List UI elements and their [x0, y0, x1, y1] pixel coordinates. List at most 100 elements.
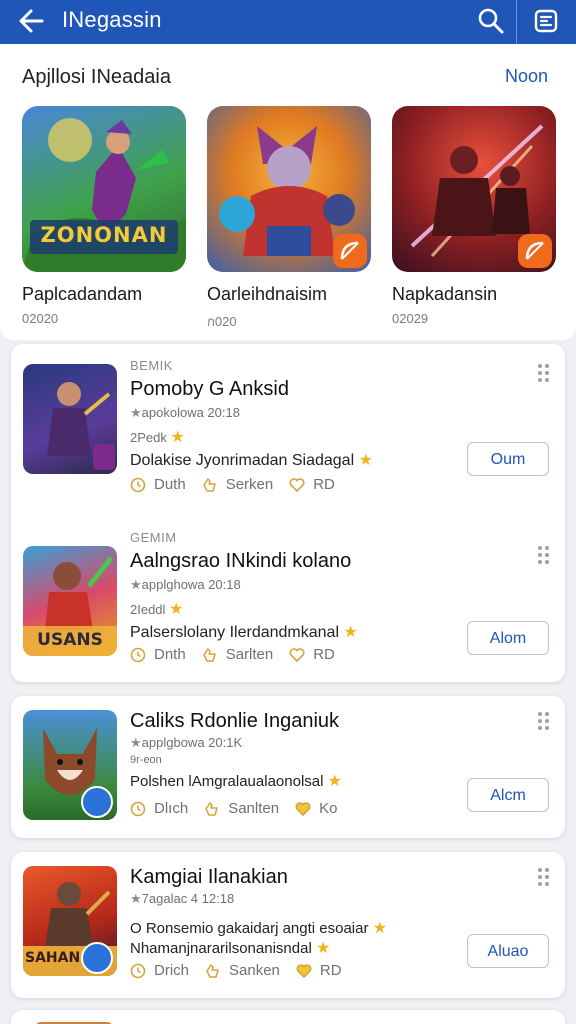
- heart-icon[interactable]: [296, 963, 312, 979]
- app-subtitle: 02029: [392, 311, 429, 326]
- meta-text: 7agalac 4 12:18: [141, 891, 235, 906]
- drag-handle-icon[interactable]: [538, 546, 550, 564]
- app-badge-icon: [81, 786, 113, 818]
- heart-icon[interactable]: [295, 801, 311, 817]
- app-description: O Ronsemio gakaidarj angti esoaiar ★: [130, 918, 387, 938]
- action-label[interactable]: Serken: [226, 476, 274, 493]
- meta-text: applgbowa 20:1K: [141, 735, 243, 750]
- app-list-card: BEMIK Pomoby G Anksid ★apokolowa 20:18 2…: [11, 344, 565, 682]
- action-label[interactable]: Sanlten: [228, 800, 279, 817]
- app-description-line2: Nhamanjnararilsonanisndal ★: [130, 938, 330, 958]
- star-icon: ★: [169, 601, 184, 618]
- app-subtitle: ก020: [207, 314, 237, 329]
- action-label[interactable]: Sanken: [229, 962, 280, 979]
- meta-text: apokolowa 20:18: [141, 405, 240, 420]
- featured-app-card[interactable]: ZONONAN Paplcadandam 02020: [22, 106, 188, 326]
- list-item[interactable]: BEMIK Pomoby G Anksid ★apokolowa 20:18 2…: [11, 344, 565, 493]
- action-label[interactable]: RD: [313, 646, 335, 663]
- toolbar-divider: [516, 0, 517, 44]
- app-meta: ★apokolowa 20:18: [130, 405, 240, 420]
- featured-section: Apjllosi INeadaia Noon ZONONAN Paplcadan…: [0, 44, 576, 340]
- app-thumbnail: [392, 106, 556, 272]
- app-name: Pomoby G Anksid: [130, 378, 289, 400]
- action-label[interactable]: Drich: [154, 962, 189, 979]
- app-thumbnail: [207, 106, 371, 272]
- action-label[interactable]: RD: [313, 476, 335, 493]
- app-rating-line: 2Pedk ★: [130, 427, 185, 447]
- app-name: Napkadansin: [392, 284, 498, 304]
- star-icon: ★: [327, 773, 342, 790]
- app-subtitle: 02020: [22, 311, 59, 326]
- bow-badge-icon: [518, 234, 552, 268]
- search-icon[interactable]: [474, 4, 508, 38]
- page-title: INegassin: [62, 7, 162, 32]
- app-description: Dolakise Jyonrimadan Siadagal ★: [130, 450, 373, 470]
- app-list-card: SAHAN Kamgiai Ilanakian ★7agalac 4 12:18…: [11, 852, 565, 998]
- back-arrow-icon[interactable]: [14, 6, 48, 36]
- clock-icon[interactable]: [130, 801, 146, 817]
- app-name: Paplcadandam: [22, 284, 143, 304]
- drag-handle-icon[interactable]: [538, 364, 550, 382]
- star-icon: ★: [372, 920, 387, 937]
- thumbs-up-icon[interactable]: [202, 477, 218, 493]
- drag-handle-icon[interactable]: [538, 712, 550, 730]
- app-meta: ★7agalac 4 12:18: [130, 891, 235, 906]
- thumbs-up-icon[interactable]: [202, 647, 218, 663]
- thumb-logo-text: ZONONAN: [40, 223, 168, 247]
- description-text: O Ronsemio gakaidarj angti esoaiar: [130, 920, 369, 937]
- app-list-card: Caliks Rdonlie Inganiuk ★applgbowa 20:1K…: [11, 696, 565, 838]
- action-label[interactable]: Sarlten: [226, 646, 274, 663]
- heart-icon[interactable]: [289, 477, 305, 493]
- app-description: Polshen lAmgralaualaonolsal ★: [130, 771, 342, 791]
- clock-icon[interactable]: [130, 477, 146, 493]
- open-button[interactable]: Alcm: [467, 778, 549, 812]
- description-text: Dolakise Jyonrimadan Siadagal: [130, 452, 355, 469]
- see-more-link[interactable]: Noon: [505, 66, 548, 87]
- drag-handle-icon[interactable]: [538, 868, 550, 886]
- action-label[interactable]: Dnth: [154, 646, 186, 663]
- featured-app-card[interactable]: Oarleihdnaisim ก020: [207, 106, 373, 332]
- description-text: Palserslolany Ilerdandmkanal: [130, 624, 339, 641]
- meta-text: applghowa 20:18: [141, 577, 241, 592]
- rating-text: 9r-eon: [130, 754, 162, 766]
- app-rating-line: 2Ieddl ★: [130, 599, 183, 619]
- app-thumbnail: ZONONAN: [22, 106, 186, 272]
- app-description: Palserslolany Ilerdandmkanal ★: [130, 622, 358, 642]
- action-label[interactable]: Duth: [154, 476, 186, 493]
- clock-icon[interactable]: [130, 963, 146, 979]
- heart-icon[interactable]: [289, 647, 305, 663]
- rating-text: 2Pedk: [130, 430, 167, 445]
- action-label[interactable]: RD: [320, 962, 342, 979]
- open-button[interactable]: Oum: [467, 442, 549, 476]
- action-row: Duth Serken RD: [130, 476, 335, 493]
- list-item[interactable]: Caliks Rdonlie Inganiuk ★applgbowa 20:1K…: [11, 696, 565, 838]
- section-title: Apjllosi INeadaia: [22, 66, 171, 88]
- thumbs-up-icon[interactable]: [205, 963, 221, 979]
- app-thumbnail: SAHAN: [23, 866, 117, 976]
- open-button[interactable]: Alom: [467, 621, 549, 655]
- action-label[interactable]: Dlıch: [154, 800, 188, 817]
- star-icon: ★: [343, 624, 358, 641]
- list-item[interactable]: USANS GEMIM Aalngsrao INkindi kolano ★ap…: [11, 516, 565, 663]
- thumbs-up-icon[interactable]: [204, 801, 220, 817]
- app-meta: ★applghowa 20:18: [130, 577, 241, 592]
- menu-icon[interactable]: [528, 4, 564, 38]
- star-icon: ★: [170, 429, 185, 446]
- thumb-logo-text: USANS: [37, 630, 103, 650]
- description-text: Polshen lAmgralaualaonolsal: [130, 773, 324, 790]
- app-name: Kamgiai Ilanakian: [130, 866, 288, 888]
- action-label[interactable]: Ko: [319, 800, 337, 817]
- category-tag: BEMIK: [130, 358, 173, 373]
- clock-icon[interactable]: [130, 647, 146, 663]
- star-icon: ★: [315, 940, 331, 957]
- app-meta: ★applgbowa 20:1K: [130, 735, 243, 750]
- bow-badge-icon: [333, 234, 367, 268]
- open-button[interactable]: Aluao: [467, 934, 549, 968]
- app-name: Aalngsrao INkindi kolano: [130, 550, 352, 572]
- featured-app-card[interactable]: Napkadansin 02029: [392, 106, 558, 326]
- list-item[interactable]: SAHAN Kamgiai Ilanakian ★7agalac 4 12:18…: [11, 852, 565, 998]
- action-row: Drich Sanken RD: [130, 962, 342, 979]
- app-thumbnail: [23, 710, 117, 820]
- action-row: Dnth Sarlten RD: [130, 646, 335, 663]
- category-tag: GEMIM: [130, 530, 177, 545]
